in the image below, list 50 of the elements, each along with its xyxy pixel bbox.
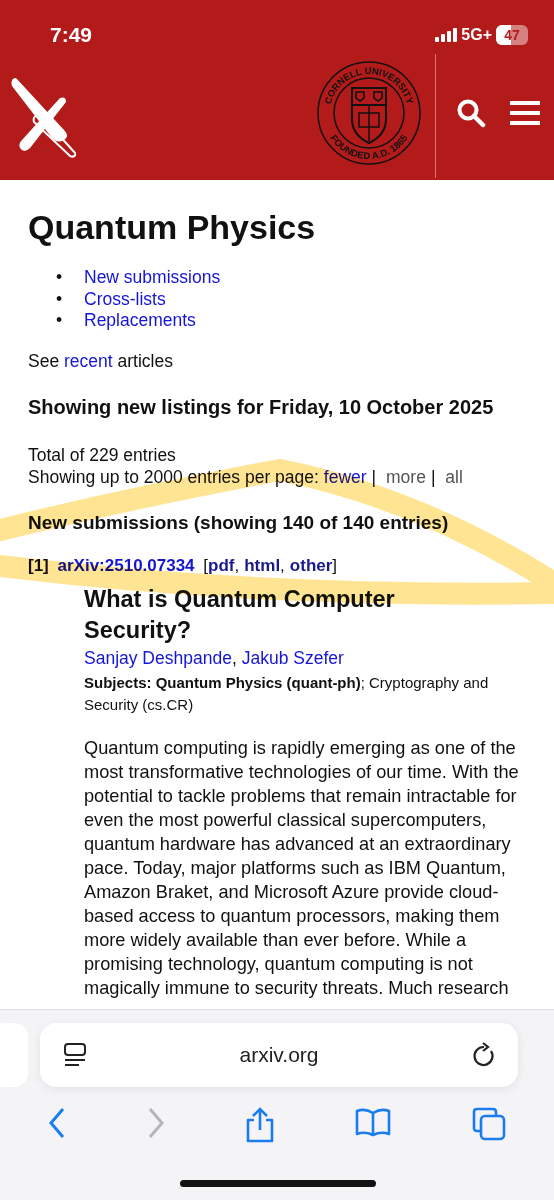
paper-title: What is Quantum Computer Security? xyxy=(84,584,396,645)
separator: | xyxy=(430,466,436,487)
format-link[interactable]: pdf xyxy=(208,555,235,575)
tabs-icon xyxy=(471,1107,506,1141)
recent-suffix: articles xyxy=(117,350,173,371)
page-size-link[interactable]: more xyxy=(386,466,426,487)
reload-icon xyxy=(472,1042,496,1068)
arxiv-id-link[interactable]: arXiv:2510.07334 xyxy=(57,555,195,575)
section-link[interactable]: New submissions xyxy=(84,267,221,287)
network-label: 5G+ xyxy=(461,26,492,44)
status-time: 7:49 xyxy=(50,23,93,47)
bullet: • xyxy=(56,288,64,310)
recent-link[interactable]: recent xyxy=(64,350,113,371)
bracket: [ xyxy=(203,555,209,575)
section-link[interactable]: Cross-lists xyxy=(84,288,166,309)
format-link[interactable]: other xyxy=(289,555,333,575)
section-link[interactable]: Replacements xyxy=(84,310,196,330)
signal-icon xyxy=(435,28,458,42)
url-text: arxiv.org xyxy=(239,1043,319,1067)
book-icon xyxy=(355,1107,392,1137)
back-icon xyxy=(48,1107,67,1139)
page-size-link[interactable]: all xyxy=(445,466,463,487)
bullet: • xyxy=(56,310,64,332)
address-bar[interactable]: arxiv.org xyxy=(40,1023,518,1087)
forward-icon xyxy=(146,1107,165,1139)
section-heading: New submissions (showing 140 of 140 entries) xyxy=(28,511,450,534)
separator: | xyxy=(371,466,377,487)
menu-button[interactable] xyxy=(510,100,540,126)
comma: , xyxy=(280,555,285,575)
per-page-label: Showing up to 2000 entries per page: xyxy=(28,466,319,487)
author-link[interactable]: Jakub Szefer xyxy=(241,647,344,668)
author-link[interactable]: Sanjay Deshpande xyxy=(84,647,232,668)
menu-icon xyxy=(510,100,540,126)
listing-heading: Showing new listings for Friday, 10 October 2025 xyxy=(28,394,495,420)
comma: , xyxy=(231,647,237,668)
bracket: ] xyxy=(332,555,338,575)
page-title: Quantum Physics xyxy=(28,208,317,247)
recent-prefix: See xyxy=(28,350,60,371)
abstract-text: Quantum computing is rapidly emerging as one of the most transformative technologies of our time. With the potential to tackle problems that remain intractable for even the most powerful classical supercomputers, quantum hardware has advanced at an extraordinary pace. Today, major platforms such as IBM Quantum, Amazon Braket, and Microsoft Azure provide cloud-based access to quantum processors, making them more widely available than ever before. While a promising technology, quantum computing is not magically immune to security threats. Much research xyxy=(84,736,520,1000)
format-link[interactable]: html xyxy=(244,555,281,575)
search-button[interactable] xyxy=(456,98,486,128)
page-size-link[interactable]: fewer xyxy=(323,466,367,487)
bullet: • xyxy=(56,267,64,289)
entry-index: [1] xyxy=(28,555,49,575)
subjects-line: Subjects: Quantum Physics (quant-ph); Cryptography and Security (cs.CR) xyxy=(84,672,490,715)
search-icon xyxy=(456,98,486,128)
share-icon xyxy=(244,1107,275,1143)
total-count: Total of 229 entries xyxy=(28,443,177,466)
page-menu-icon xyxy=(64,1043,86,1067)
comma: , xyxy=(234,555,240,575)
